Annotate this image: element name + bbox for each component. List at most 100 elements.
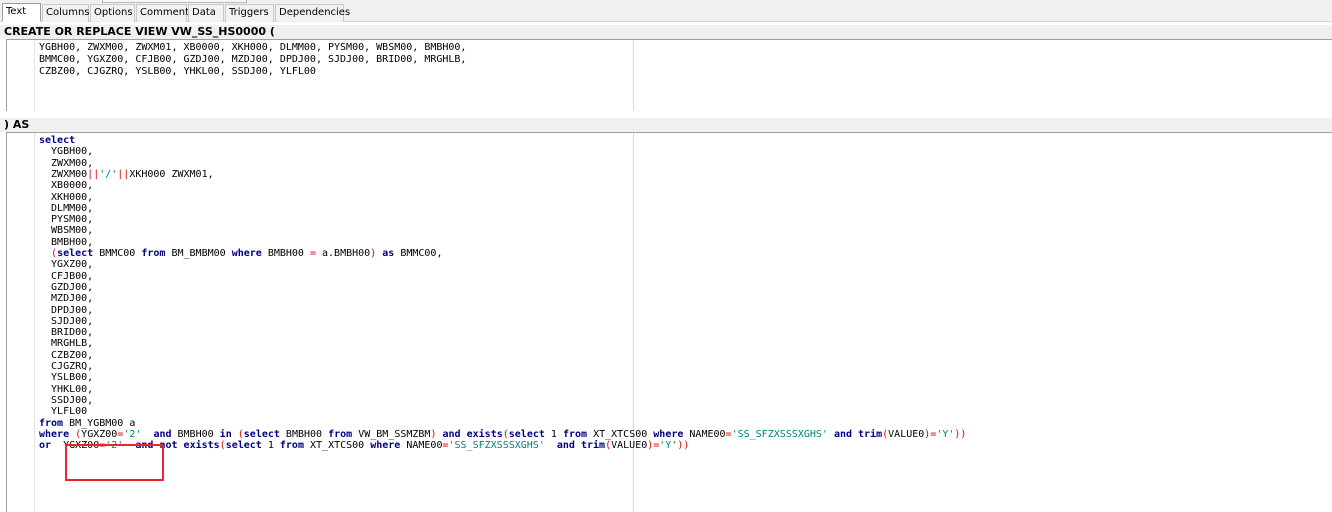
- sql-text: NAME00: [683, 428, 726, 440]
- sql-keyword: from: [328, 428, 353, 440]
- sql-operator: (: [39, 248, 58, 259]
- sql-string: 'Y': [659, 440, 678, 452]
- sql-keyword: where: [231, 248, 262, 259]
- sql-text: XKH000 ZWXM01,: [129, 168, 214, 180]
- sql-line: PYSM00,: [39, 214, 93, 226]
- tab-columns[interactable]: Columns: [42, 4, 90, 22]
- sql-keyword: where: [39, 428, 70, 440]
- sql-keyword: select: [225, 440, 262, 452]
- sql-line: MRGHLB,: [39, 338, 93, 350]
- sql-line: YLFL00: [39, 406, 87, 418]
- sql-string: '/': [99, 168, 118, 180]
- sql-line: (select BMMC00 from BM_BMBM00 where BMBH…: [39, 248, 442, 260]
- sql-text: CJGZRQ,: [39, 361, 94, 372]
- sql-text: DLMM00,: [39, 202, 94, 214]
- toolbar-fragment: [102, 0, 247, 3]
- sql-line: YGBH00,: [39, 146, 93, 158]
- sql-text: BRID00,: [39, 327, 94, 339]
- sql-text: PYSM00,: [39, 214, 94, 226]
- sql-line: CFJB00,: [39, 271, 93, 283]
- sql-text: BM_BMBM00: [165, 248, 232, 259]
- sql-operator: ||: [87, 168, 100, 180]
- sql-string: 'Y': [936, 428, 955, 440]
- sql-line: ZWXM00,: [39, 158, 93, 170]
- sql-text: BMBH00: [171, 428, 220, 440]
- tab-dependencies[interactable]: Dependencies: [275, 4, 350, 22]
- sql-text: YSLB00,: [39, 372, 94, 384]
- column-list-line: YGBH00, ZWXM00, ZWXM01, XB0000, XKH000, …: [39, 42, 467, 53]
- sql-text: SJDJ00,: [39, 315, 94, 327]
- sql-keyword: from: [562, 428, 588, 440]
- sql-line: BRID00,: [39, 327, 93, 339]
- tab-data[interactable]: Data: [188, 4, 224, 22]
- sql-keyword: as: [382, 248, 395, 259]
- sql-operator: )=: [924, 428, 937, 440]
- sql-text: XKH000,: [39, 191, 94, 203]
- sql-text: YGXZ00,: [39, 259, 94, 271]
- sql-operator: )): [954, 428, 967, 440]
- sql-operator: ||: [117, 168, 130, 180]
- sql-keyword: from: [279, 440, 304, 452]
- tab-text[interactable]: Text: [2, 3, 41, 22]
- sql-text: MRGHLB,: [39, 338, 94, 350]
- sql-keyword: where: [370, 440, 401, 452]
- sql-keyword: where: [653, 428, 684, 440]
- sql-text: 1: [261, 440, 280, 452]
- create-view-header: CREATE OR REPLACE VIEW VW_SS_HS0000 (: [0, 25, 1332, 39]
- sql-text: XT_XTCS00: [303, 440, 371, 452]
- sql-line: MZDJ00,: [39, 293, 93, 305]
- sql-text: WBSM00,: [39, 225, 94, 237]
- highlight-box: [65, 444, 164, 481]
- sql-text: BMMC00: [93, 248, 142, 259]
- sql-text: VALUE0: [888, 428, 925, 440]
- sql-text: BMBH00: [261, 248, 310, 259]
- as-header: ) AS: [0, 118, 1332, 132]
- sql-keyword: and: [833, 428, 852, 440]
- sql-keyword: exists: [466, 428, 503, 440]
- sql-string: '2': [123, 428, 142, 440]
- sql-text: a.BMBH00: [316, 248, 371, 259]
- sql-operator: )): [677, 440, 690, 452]
- column-list-line: BMMC00, YGXZ00, CFJB00, GZDJ00, MZDJ00, …: [39, 54, 467, 65]
- sql-text: BMMC00,: [394, 248, 443, 259]
- column-list-line: CZBZ00, CJGZRQ, YSLB00, YHKL00, SSDJ00, …: [39, 66, 316, 77]
- sql-line: XB0000,: [39, 180, 93, 192]
- right-margin-line: [633, 40, 634, 111]
- sql-text: DPDJ00,: [39, 304, 94, 316]
- tab-comment[interactable]: Comment: [136, 4, 189, 22]
- sql-text: 1: [544, 428, 563, 440]
- sql-line: YSLB00,: [39, 372, 93, 384]
- sql-text: ZWXM00,: [39, 157, 94, 169]
- sql-keyword: select: [57, 248, 94, 259]
- query-editor-gutter: [7, 133, 35, 512]
- sql-keyword: and: [442, 428, 461, 440]
- sql-keyword: in: [219, 428, 232, 440]
- sql-keyword: trim: [858, 428, 883, 440]
- sql-text: NAME00: [400, 440, 443, 452]
- columns-editor[interactable]: YGBH00, ZWXM00, ZWXM01, XB0000, XKH000, …: [6, 39, 1332, 111]
- sql-keyword: select: [508, 428, 545, 440]
- sql-keyword: trim: [580, 440, 606, 452]
- sql-line: BMBH00,: [39, 237, 93, 249]
- sql-text: XB0000,: [39, 180, 94, 192]
- sql-text: SSDJ00,: [39, 394, 94, 406]
- tab-strip: Text Columns Options Comment Data Trigge…: [0, 0, 1332, 22]
- sql-text: VALUE0: [611, 440, 648, 452]
- sql-line: DLMM00,: [39, 203, 93, 215]
- sql-text: YGXZ00: [81, 428, 118, 440]
- sql-text: BMBH00,: [39, 236, 94, 248]
- sql-keyword: and: [556, 440, 575, 452]
- sql-line: SSDJ00,: [39, 395, 93, 407]
- sql-line: YHKL00,: [39, 384, 93, 396]
- query-editor[interactable]: select YGBH00, ZWXM00, ZWXM00||'/'||XKH0…: [6, 132, 1332, 512]
- right-margin-line: [633, 133, 634, 512]
- sql-line: GZDJ00,: [39, 282, 93, 294]
- sql-line: from BM_YGBM00 a: [39, 418, 135, 430]
- sql-string: 'SS_SFZXSSSXGHS': [731, 428, 828, 440]
- tab-options[interactable]: Options: [90, 4, 135, 22]
- sql-text: GZDJ00,: [39, 281, 94, 293]
- tab-triggers[interactable]: Triggers: [225, 4, 274, 22]
- sql-text: CFJB00,: [39, 270, 94, 282]
- sql-line: CJGZRQ,: [39, 361, 93, 373]
